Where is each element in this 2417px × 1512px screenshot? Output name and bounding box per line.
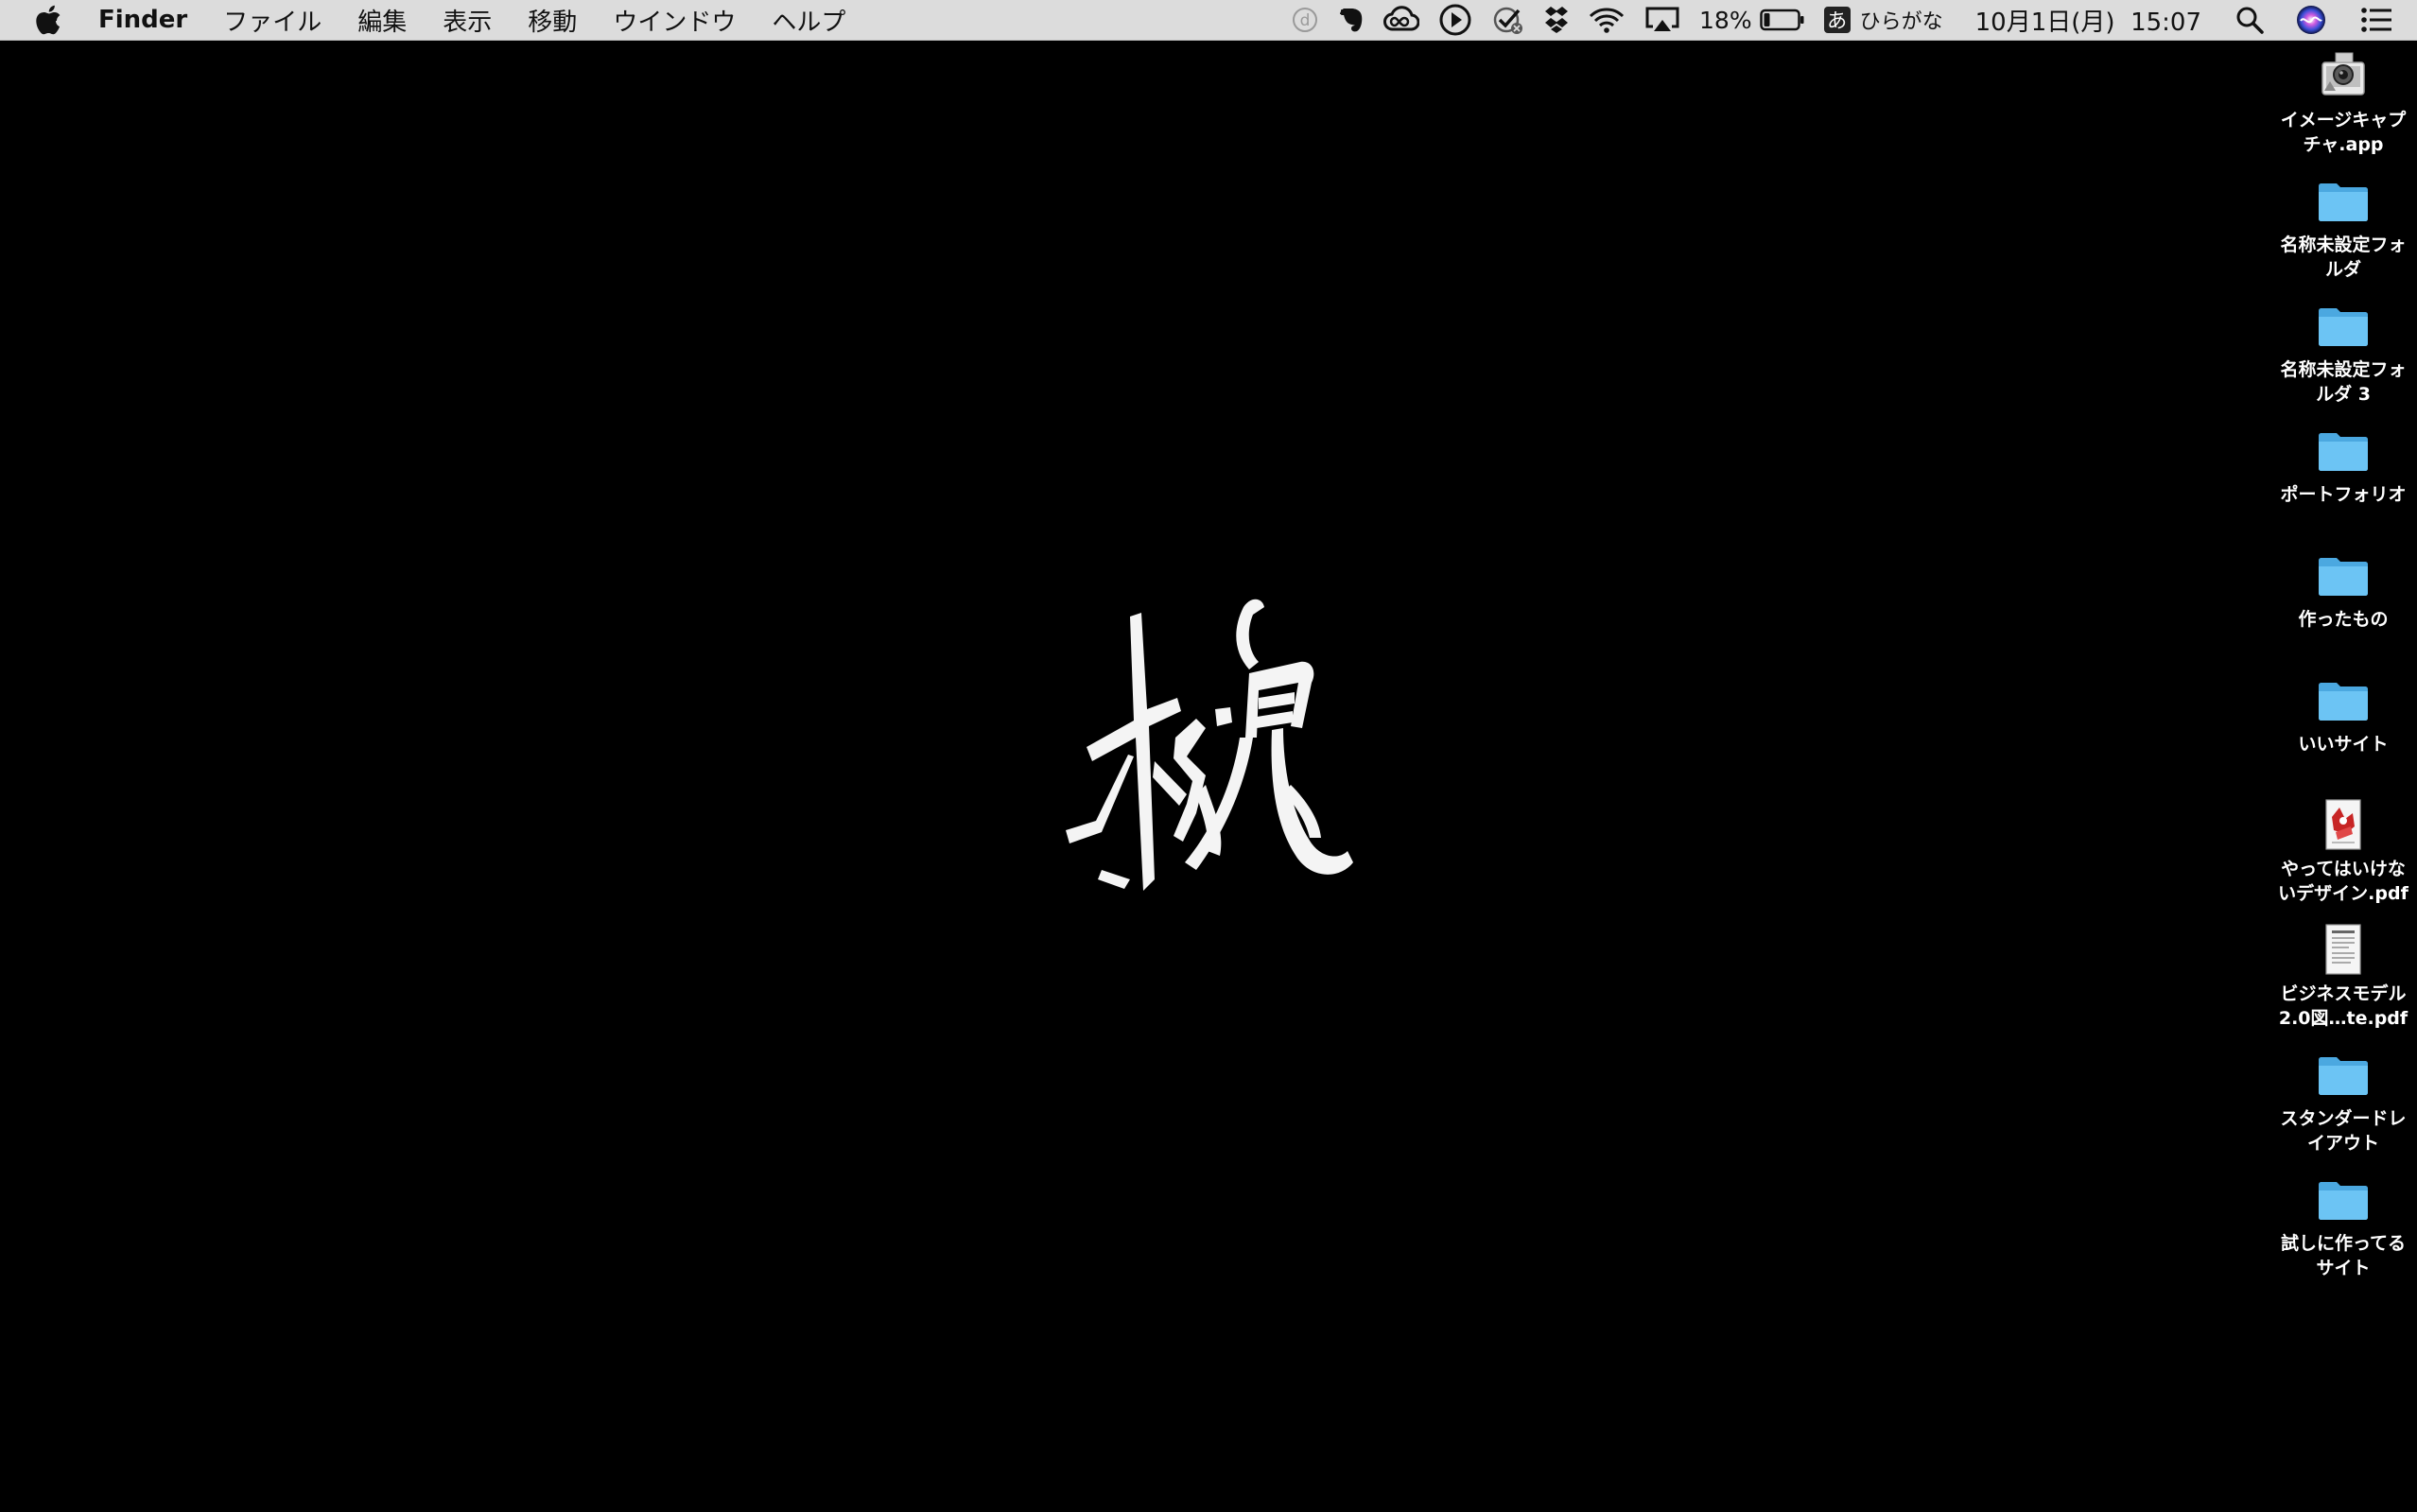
menu-edit[interactable]: 編集 [357, 0, 407, 40]
desktop-item-label: ポートフォリオ [2280, 484, 2407, 505]
desktop-item-label: スタンダードレイアウト [2280, 1108, 2407, 1154]
battery-icon [1759, 9, 1805, 31]
play-icon[interactable] [1438, 0, 1472, 40]
desktop-item-label: 名称未設定フォルダ [2280, 235, 2407, 280]
menu-app-name[interactable]: Finder [98, 0, 187, 40]
desktop-item-label: ビジネスモデル2.0図…te.pdf [2278, 983, 2408, 1029]
ime-label: ひらがな [1859, 10, 1943, 34]
desktop-item-image-capture[interactable]: イメージキャプチャ.app [2269, 47, 2417, 157]
desktop-item-folder[interactable]: 試しに作ってるサイト [2269, 1171, 2417, 1280]
clock[interactable]: 10月1日(月) 15:07 [1975, 0, 2201, 40]
desktop-item-pdf[interactable]: やってはいけないデザイン.pdf [2269, 796, 2417, 906]
dropbox-icon[interactable] [1544, 0, 1569, 40]
desktop-item-label: 名称未設定フォルダ 3 [2280, 359, 2407, 405]
pdf-icon [2315, 796, 2372, 853]
check-icon[interactable] [1491, 0, 1525, 40]
menu-file[interactable]: ファイル [223, 0, 322, 40]
desktop-item-folder[interactable]: ポートフォリオ [2269, 422, 2417, 507]
svg-text:d: d [1300, 11, 1311, 30]
menu-bar-left: Finder ファイル 編集 表示 移動 ウインドウ ヘルプ [0, 0, 881, 40]
menu-help[interactable]: ヘルプ [772, 0, 845, 40]
siri-icon[interactable] [2296, 0, 2326, 40]
ime-badge: あ [1823, 7, 1851, 33]
folder-icon [2315, 1171, 2372, 1227]
menu-bar: Finder ファイル 編集 表示 移動 ウインドウ ヘルプ d 18% あ ひ… [0, 0, 2417, 41]
folder-icon [2315, 422, 2372, 478]
folder-icon [2315, 671, 2372, 728]
desktop-item-label: イメージキャプチャ.app [2280, 110, 2407, 155]
creative-cloud-icon[interactable] [1383, 0, 1420, 40]
evernote-icon[interactable] [1338, 0, 1365, 40]
desktop-item-folder[interactable]: 名称未設定フォルダ [2269, 172, 2417, 282]
menu-window[interactable]: ウインドウ [613, 0, 736, 40]
app-icon [2315, 47, 2372, 104]
desktop-item-folder[interactable]: いいサイト [2269, 671, 2417, 756]
menu-view[interactable]: 表示 [443, 0, 492, 40]
folder-icon [2315, 172, 2372, 229]
folder-icon [2315, 1046, 2372, 1103]
desktop-item-label: いいサイト [2298, 734, 2389, 755]
wallpaper-calligraphy [1064, 596, 1357, 917]
wifi-icon[interactable] [1588, 0, 1626, 40]
desktop-item-folder[interactable]: スタンダードレイアウト [2269, 1046, 2417, 1156]
battery-status[interactable]: 18% [1699, 0, 1805, 40]
desktop-item-folder[interactable]: 作ったもの [2269, 547, 2417, 632]
menu-bar-status-area: d 18% あ ひらがな 10月1日(月) 15:07 [1291, 0, 2417, 40]
folder-icon [2315, 547, 2372, 603]
apple-icon[interactable] [32, 5, 64, 35]
search-icon[interactable] [2235, 0, 2264, 40]
pdf-icon [2315, 921, 2372, 978]
menu-go[interactable]: 移動 [528, 0, 577, 40]
desktop-item-pdf[interactable]: ビジネスモデル2.0図…te.pdf [2269, 921, 2417, 1031]
desktop-item-label: 作ったもの [2298, 609, 2389, 630]
battery-percent: 18% [1699, 6, 1752, 34]
folder-icon [2315, 297, 2372, 354]
desktop-item-folder[interactable]: 名称未設定フォルダ 3 [2269, 297, 2417, 407]
clock-text: 10月1日(月) 15:07 [1974, 8, 2201, 37]
desktop-screen: Finder ファイル 編集 表示 移動 ウインドウ ヘルプ d 18% あ ひ… [0, 0, 2417, 1512]
dictionary-icon[interactable]: d [1291, 0, 1319, 40]
notification-center-icon[interactable] [2360, 0, 2392, 40]
desktop-item-label: 試しに作ってるサイト [2280, 1233, 2407, 1278]
airplay-icon[interactable] [1644, 0, 1680, 40]
input-method-menu[interactable]: あ ひらがな [1823, 0, 1943, 40]
desktop-item-label: やってはいけないデザイン.pdf [2278, 859, 2408, 904]
